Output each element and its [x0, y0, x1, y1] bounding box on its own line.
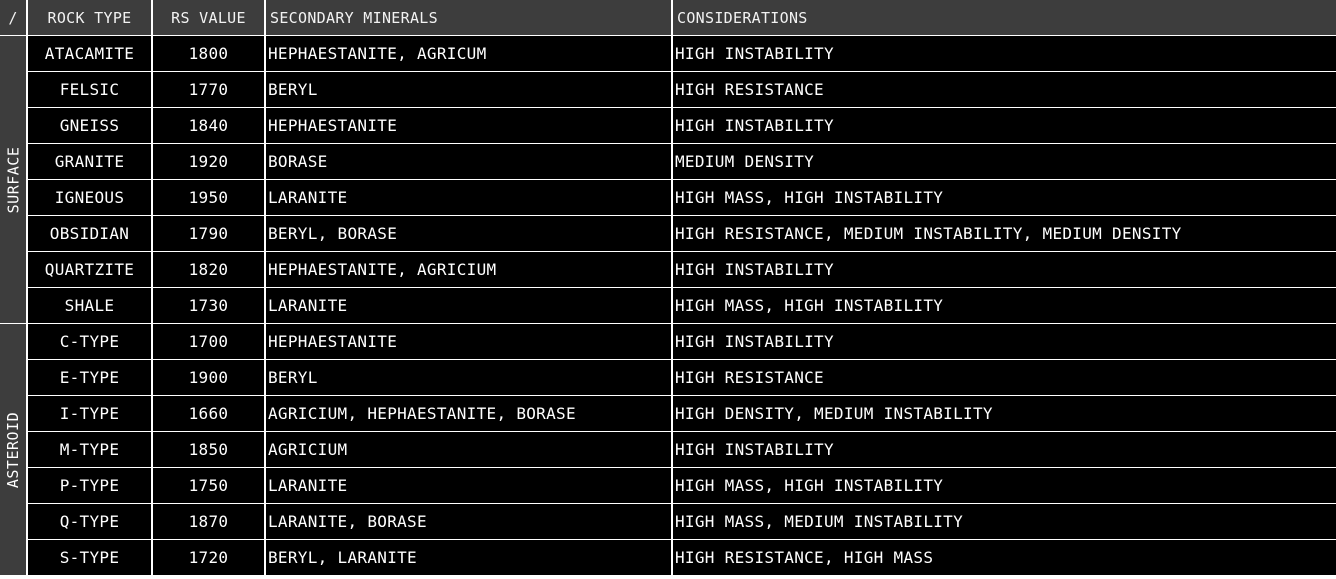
header-considerations: CONSIDERATIONS — [673, 0, 1336, 35]
considerations-cell: HIGH MASS, MEDIUM INSTABILITY — [673, 504, 1336, 539]
rock-type-cell: I-TYPE — [28, 396, 151, 431]
rock-type-cell: S-TYPE — [28, 540, 151, 575]
secondary-minerals-cell: BERYL — [266, 72, 671, 107]
secondary-minerals-cell: BORASE — [266, 144, 671, 179]
secondary-minerals-cell: BERYL, LARANITE — [266, 540, 671, 575]
considerations-cell: HIGH INSTABILITY — [673, 252, 1336, 287]
secondary-minerals-cell: HEPHAESTANITE, AGRICIUM — [266, 252, 671, 287]
rs-value-cell: 1660 — [153, 396, 264, 431]
secondary-minerals-cell: LARANITE — [266, 180, 671, 215]
considerations-cell: HIGH INSTABILITY — [673, 36, 1336, 71]
rock-type-cell: OBSIDIAN — [28, 216, 151, 251]
considerations-cell: HIGH RESISTANCE, HIGH MASS — [673, 540, 1336, 575]
group-label-surface: SURFACE — [0, 36, 26, 323]
rs-value-cell: 1790 — [153, 216, 264, 251]
considerations-cell: HIGH MASS, HIGH INSTABILITY — [673, 180, 1336, 215]
rs-value-cell: 1700 — [153, 324, 264, 359]
rs-value-cell: 1770 — [153, 72, 264, 107]
secondary-minerals-cell: BERYL — [266, 360, 671, 395]
considerations-cell: HIGH MASS, HIGH INSTABILITY — [673, 288, 1336, 323]
rs-value-cell: 1750 — [153, 468, 264, 503]
rs-value-cell: 1920 — [153, 144, 264, 179]
secondary-minerals-cell: HEPHAESTANITE, AGRICUM — [266, 36, 671, 71]
considerations-cell: HIGH INSTABILITY — [673, 108, 1336, 143]
rs-value-cell: 1820 — [153, 252, 264, 287]
group-label-text: SURFACE — [4, 146, 22, 213]
rs-value-cell: 1900 — [153, 360, 264, 395]
rock-type-cell: Q-TYPE — [28, 504, 151, 539]
rock-type-cell: P-TYPE — [28, 468, 151, 503]
secondary-minerals-cell: LARANITE — [266, 468, 671, 503]
considerations-cell: HIGH INSTABILITY — [673, 324, 1336, 359]
rock-type-table: / ROCK TYPE RS VALUE SECONDARY MINERALS … — [0, 0, 1336, 575]
rs-value-cell: 1800 — [153, 36, 264, 71]
secondary-minerals-cell: BERYL, BORASE — [266, 216, 671, 251]
considerations-cell: HIGH RESISTANCE — [673, 360, 1336, 395]
rock-type-cell: ATACAMITE — [28, 36, 151, 71]
header-rs-value: RS VALUE — [153, 0, 264, 35]
considerations-cell: HIGH DENSITY, MEDIUM INSTABILITY — [673, 396, 1336, 431]
rs-value-cell: 1850 — [153, 432, 264, 467]
secondary-minerals-cell: LARANITE, BORASE — [266, 504, 671, 539]
rock-type-cell: M-TYPE — [28, 432, 151, 467]
rock-type-cell: SHALE — [28, 288, 151, 323]
secondary-minerals-cell: HEPHAESTANITE — [266, 108, 671, 143]
considerations-cell: HIGH MASS, HIGH INSTABILITY — [673, 468, 1336, 503]
rs-value-cell: 1840 — [153, 108, 264, 143]
header-secondary-minerals: SECONDARY MINERALS — [266, 0, 671, 35]
rs-value-cell: 1870 — [153, 504, 264, 539]
considerations-cell: HIGH INSTABILITY — [673, 432, 1336, 467]
rs-value-cell: 1720 — [153, 540, 264, 575]
rs-value-cell: 1730 — [153, 288, 264, 323]
header-corner: / — [0, 0, 26, 35]
rock-type-cell: GNEISS — [28, 108, 151, 143]
rock-type-cell: IGNEOUS — [28, 180, 151, 215]
considerations-cell: HIGH RESISTANCE — [673, 72, 1336, 107]
rock-type-cell: GRANITE — [28, 144, 151, 179]
rock-type-cell: C-TYPE — [28, 324, 151, 359]
secondary-minerals-cell: AGRICIUM, HEPHAESTANITE, BORASE — [266, 396, 671, 431]
secondary-minerals-cell: AGRICIUM — [266, 432, 671, 467]
rock-type-cell: QUARTZITE — [28, 252, 151, 287]
header-rock-type: ROCK TYPE — [28, 0, 151, 35]
group-label-text: ASTEROID — [4, 411, 22, 488]
rock-type-cell: FELSIC — [28, 72, 151, 107]
secondary-minerals-cell: LARANITE — [266, 288, 671, 323]
rock-type-cell: E-TYPE — [28, 360, 151, 395]
group-label-asteroid: ASTEROID — [0, 324, 26, 575]
considerations-cell: HIGH RESISTANCE, MEDIUM INSTABILITY, MED… — [673, 216, 1336, 251]
considerations-cell: MEDIUM DENSITY — [673, 144, 1336, 179]
rock-table-view: / ROCK TYPE RS VALUE SECONDARY MINERALS … — [0, 0, 1336, 579]
rs-value-cell: 1950 — [153, 180, 264, 215]
secondary-minerals-cell: HEPHAESTANITE — [266, 324, 671, 359]
